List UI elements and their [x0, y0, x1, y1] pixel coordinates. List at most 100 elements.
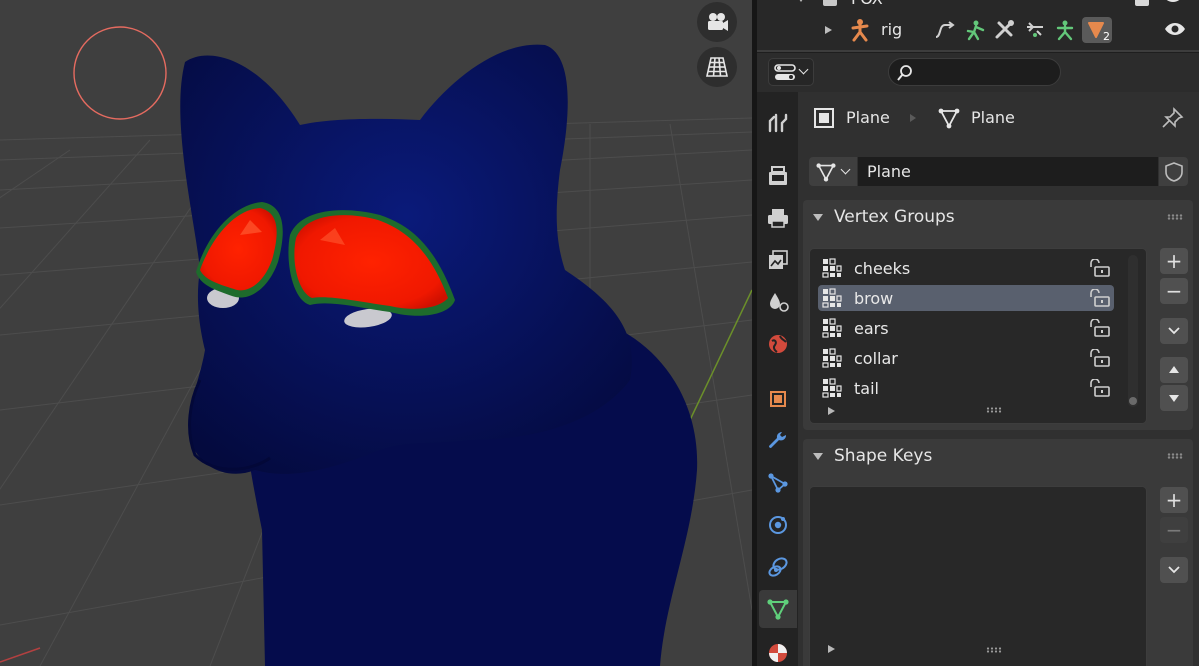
move-group-up-button[interactable] — [1160, 357, 1188, 383]
visibility-eye-icon[interactable] — [1162, 0, 1186, 8]
tab-view-layer[interactable] — [759, 241, 797, 279]
expand-arrow-icon[interactable] — [797, 0, 805, 2]
vertex-groups-header[interactable]: Vertex Groups — [803, 200, 1193, 234]
filter-options-toggle-icon[interactable] — [828, 407, 835, 415]
vertex-group-name[interactable]: tail — [854, 379, 879, 398]
unlock-icon[interactable] — [1088, 379, 1112, 397]
properties-header — [757, 52, 1199, 92]
tab-modifiers[interactable] — [759, 422, 797, 460]
tab-output[interactable] — [759, 199, 797, 237]
mesh-name-field[interactable]: Plane — [858, 157, 1158, 186]
triangle-up-icon — [1169, 366, 1179, 373]
tab-particles[interactable] — [759, 464, 797, 502]
editor-type-button[interactable] — [768, 58, 814, 86]
vertex-group-item[interactable]: brow — [818, 285, 1114, 311]
scrollbar-thumb[interactable] — [1129, 397, 1137, 405]
vertex-group-item[interactable]: cheeks — [818, 255, 1114, 281]
view-layer-icon — [769, 250, 788, 269]
collapse-arrow-icon — [813, 213, 823, 221]
pose-icon-2[interactable] — [1053, 19, 1077, 41]
unlock-icon[interactable] — [1088, 319, 1112, 337]
remove-shape-key-button[interactable]: − — [1160, 517, 1188, 543]
properties-editor-icon — [774, 64, 796, 80]
vertex-group-name[interactable]: ears — [854, 319, 889, 338]
fake-user-button[interactable] — [1159, 157, 1188, 186]
vertex-group-name[interactable]: brow — [854, 289, 893, 308]
output-icon — [768, 209, 788, 228]
vertex-group-name[interactable]: cheeks — [854, 259, 910, 278]
outliner-row-rig[interactable]: rig 2 — [757, 17, 1199, 43]
mesh-data-icon — [938, 108, 960, 129]
vertex-group-icon — [822, 348, 842, 368]
outliner[interactable]: FOX rig 2 — [757, 0, 1199, 50]
camera-icon — [708, 13, 728, 31]
wrench-icon — [769, 431, 787, 448]
tab-render[interactable] — [759, 157, 797, 195]
rig-label[interactable]: rig — [881, 20, 902, 39]
filter-options-toggle-icon[interactable] — [828, 645, 835, 653]
tool-icon — [768, 113, 788, 133]
mesh-data-icon — [767, 599, 789, 620]
shape-keys-header[interactable]: Shape Keys — [803, 439, 1193, 473]
add-vertex-group-button[interactable]: + — [1160, 248, 1188, 274]
tab-object-data[interactable] — [759, 590, 797, 628]
3d-viewport[interactable] — [0, 0, 752, 666]
vertex-group-item[interactable]: collar — [818, 345, 1114, 371]
object-icon — [814, 108, 834, 128]
chevron-down-icon — [840, 164, 851, 175]
vertex-group-specials-button[interactable] — [1160, 318, 1188, 344]
material-icon — [769, 644, 787, 662]
vertex-group-item[interactable]: tail — [818, 375, 1114, 401]
breadcrumb-data: Plane — [971, 108, 1015, 127]
bone-constraint-icon[interactable] — [933, 19, 957, 41]
object-icon — [770, 391, 786, 407]
camera-view-button[interactable] — [697, 2, 737, 42]
shield-icon — [1165, 162, 1183, 182]
tab-tool[interactable] — [759, 104, 797, 142]
resize-grip-icon[interactable] — [986, 407, 1002, 413]
search-icon — [897, 65, 912, 81]
resize-grip-icon[interactable] — [986, 647, 1002, 653]
vertex-group-list[interactable]: cheeks brow ears collar tail — [809, 248, 1147, 424]
tab-scene[interactable] — [759, 283, 797, 321]
remove-vertex-group-button[interactable]: − — [1160, 278, 1188, 304]
bone-group-icon[interactable] — [1023, 19, 1047, 41]
tab-constraints[interactable] — [759, 548, 797, 586]
outliner-row-collection[interactable]: FOX — [757, 0, 1199, 12]
mesh-data-icon — [816, 163, 836, 182]
shape-key-list[interactable] — [809, 486, 1147, 666]
toggle-perspective-button[interactable] — [697, 47, 737, 87]
tab-material[interactable] — [759, 634, 797, 666]
pose-icon[interactable] — [963, 19, 987, 41]
list-scrollbar[interactable] — [1128, 255, 1138, 407]
visibility-eye-icon[interactable] — [1164, 20, 1186, 38]
shape-key-specials-button[interactable] — [1160, 557, 1188, 583]
unlock-icon[interactable] — [1088, 259, 1112, 277]
mesh-browse-button[interactable] — [809, 157, 857, 186]
add-shape-key-button[interactable]: + — [1160, 487, 1188, 513]
pin-icon[interactable] — [1160, 106, 1186, 130]
grid-icon — [706, 57, 728, 77]
tools-icon[interactable] — [993, 19, 1017, 41]
viewport-scene — [0, 26, 752, 666]
fox-mesh[interactable] — [180, 44, 698, 666]
vertex-group-item[interactable]: ears — [818, 315, 1114, 341]
tab-object[interactable] — [759, 380, 797, 418]
drag-grip-icon[interactable] — [1167, 453, 1183, 459]
collection-label[interactable]: FOX — [851, 0, 883, 8]
chevron-down-icon — [798, 64, 809, 75]
drag-grip-icon[interactable] — [1167, 214, 1183, 220]
move-group-down-button[interactable] — [1160, 385, 1188, 411]
tab-world[interactable] — [759, 325, 797, 363]
mesh-modifier-badge[interactable]: 2 — [1082, 17, 1112, 43]
expand-arrow-icon[interactable] — [825, 26, 832, 34]
vertex-group-name[interactable]: collar — [854, 349, 898, 368]
vertex-group-icon — [822, 318, 842, 338]
vertex-group-icon — [822, 378, 842, 398]
tab-physics[interactable] — [759, 506, 797, 544]
properties-search[interactable] — [888, 58, 1061, 86]
checkbox-icon[interactable] — [1135, 0, 1149, 6]
unlock-icon[interactable] — [1088, 349, 1112, 367]
blender-window: FOX rig 2 — [0, 0, 1199, 666]
unlock-icon[interactable] — [1088, 289, 1112, 307]
